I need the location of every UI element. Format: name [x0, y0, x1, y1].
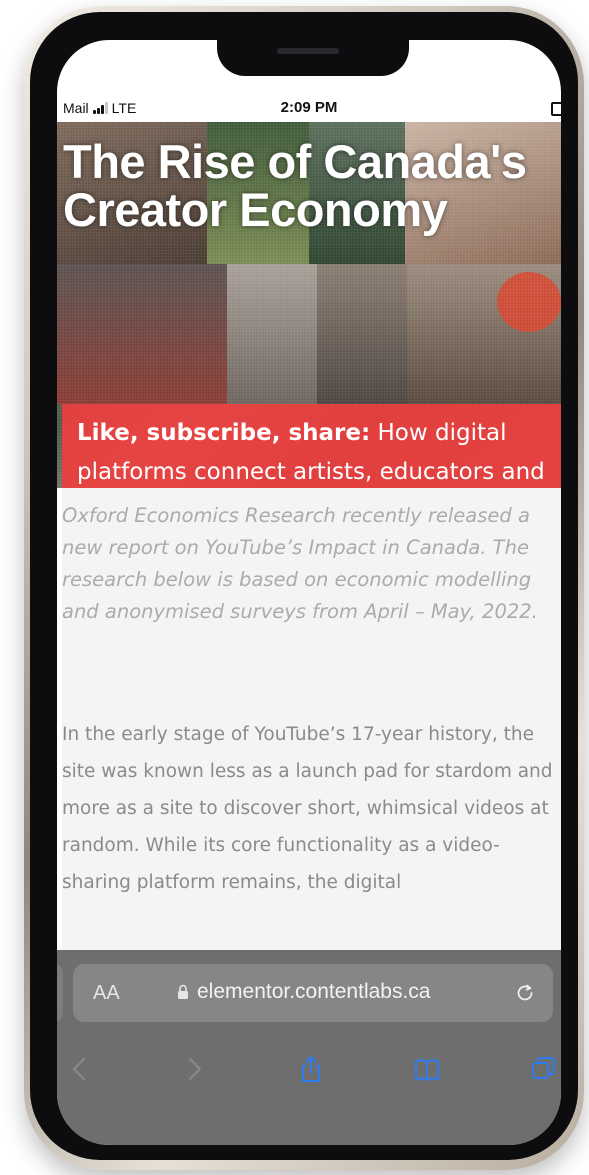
status-bar: Mail LTE 2:09 PM — [57, 96, 561, 122]
address-bar[interactable]: AA elementor.contentlabs.ca — [73, 964, 553, 1022]
article-intro: Oxford Economics Research recently relea… — [62, 504, 538, 623]
browser-toolbar — [57, 1046, 561, 1090]
notch — [217, 40, 409, 76]
article-body: In the early stage of YouTube’s 17-year … — [62, 724, 553, 893]
book-icon[interactable] — [412, 1054, 442, 1084]
speaker-grille — [277, 48, 339, 54]
chevron-right-icon[interactable] — [179, 1054, 209, 1084]
url-text[interactable]: elementor.contentlabs.ca — [197, 980, 430, 1004]
subtitle-lead: Like, subscribe, share: — [77, 420, 371, 446]
reload-icon[interactable] — [514, 982, 536, 1004]
battery-icon — [551, 102, 561, 116]
article-title: The Rise of Canada's Creator Economy — [63, 135, 527, 236]
article-subtitle: Like, subscribe, share: How digital plat… — [77, 414, 561, 488]
browser-bottom-bar: AA elementor.contentlabs.ca — [57, 950, 561, 1145]
share-icon[interactable] — [296, 1054, 326, 1084]
article-content: Oxford Economics Research recently relea… — [62, 488, 561, 958]
status-time: 2:09 PM — [280, 99, 338, 116]
previous-tab-edge[interactable] — [57, 964, 63, 1022]
hero-collage: The Rise of Canada's Creator Economy Lik… — [57, 122, 561, 488]
tabs-icon[interactable] — [529, 1054, 559, 1084]
chevron-left-icon[interactable] — [65, 1054, 95, 1084]
subtitle-banner: Like, subscribe, share: How digital plat… — [62, 404, 561, 488]
text-size-button[interactable]: AA — [93, 982, 120, 1005]
phone-screen: Mail LTE 2:09 PM The Rise of Canada's Cr… — [57, 40, 561, 1145]
lock-icon — [178, 984, 188, 999]
